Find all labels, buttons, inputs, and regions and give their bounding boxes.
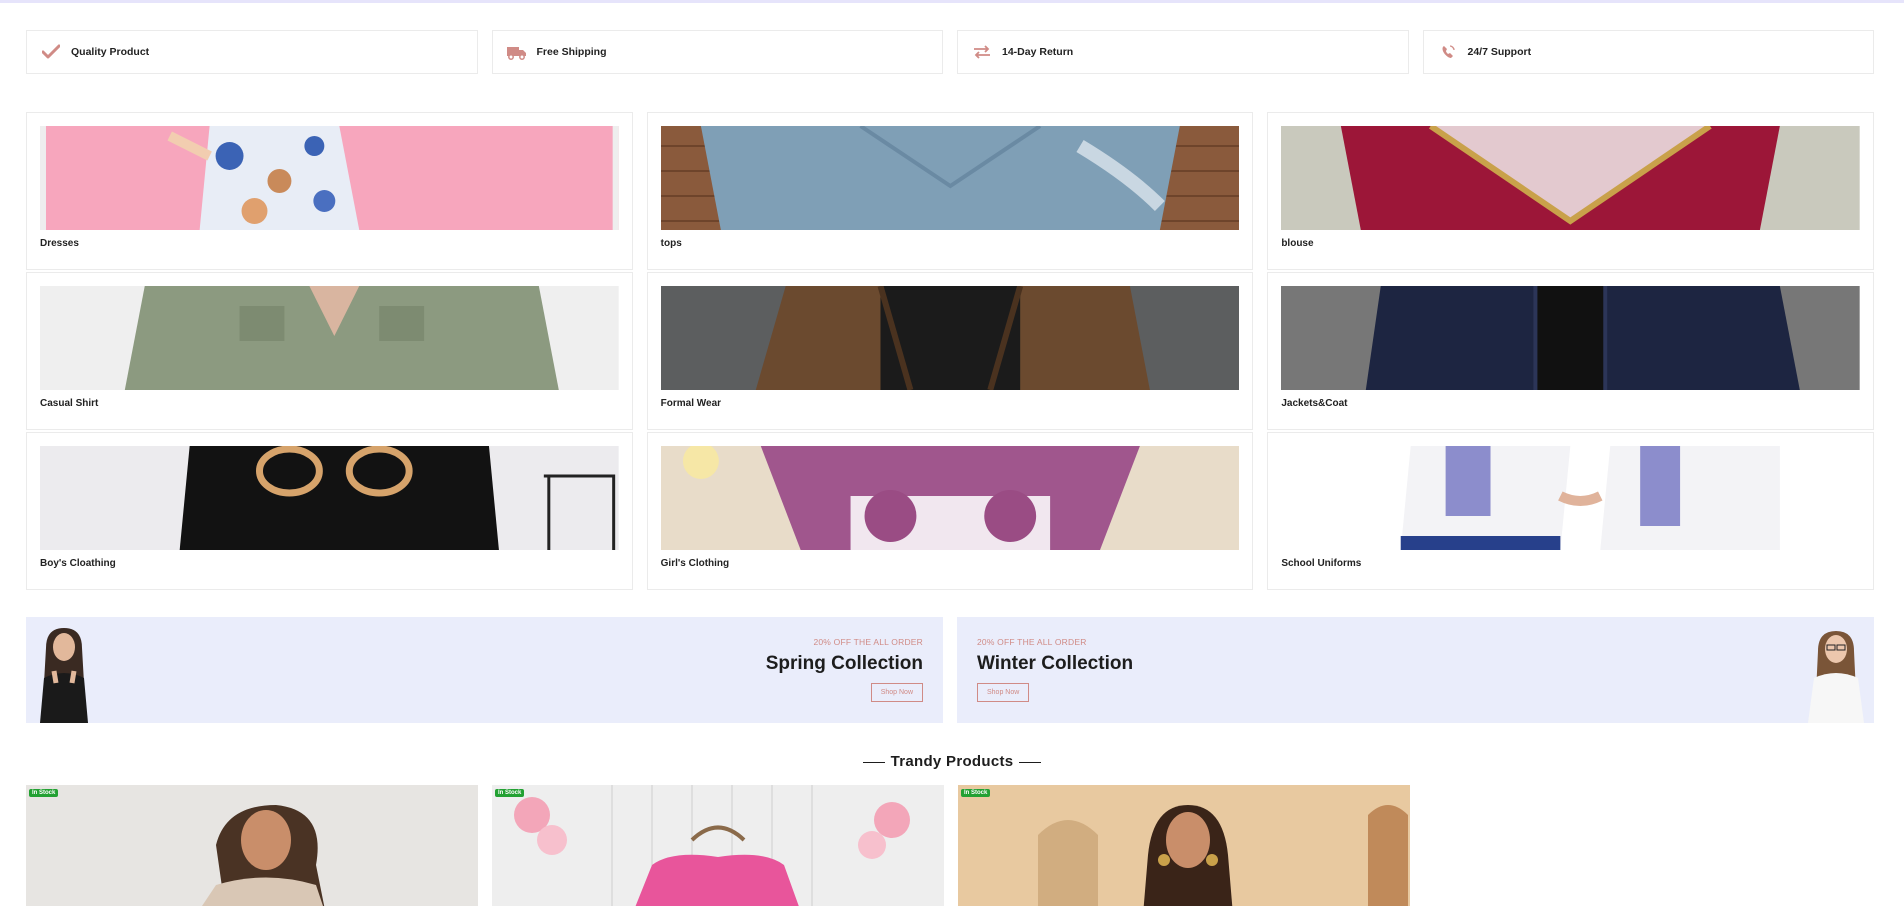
heading-line-left xyxy=(862,761,885,763)
banner-spring-collection: 20% OFF THE ALL ORDER Spring Collection … xyxy=(26,617,943,723)
category-image xyxy=(40,126,619,230)
shop-now-button[interactable]: Shop Now xyxy=(977,683,1030,702)
category-blouse[interactable]: blouse xyxy=(1267,112,1874,270)
category-label: Girl's Clothing xyxy=(660,558,730,569)
section-title-text: Trandy Products xyxy=(890,753,1014,770)
feature-quality-product: Quality Product xyxy=(26,30,478,74)
feature-label: Free Shipping xyxy=(536,46,607,58)
features-row: Quality Product Free Shipping 14-Day Ret… xyxy=(26,30,1874,74)
feature-label: 24/7 Support xyxy=(1467,46,1532,58)
category-image xyxy=(660,126,1240,230)
banner-promo: 20% OFF THE ALL ORDER xyxy=(813,637,923,647)
shop-now-button[interactable]: Shop Now xyxy=(870,683,923,702)
category-label: Boy's Cloathing xyxy=(40,558,116,569)
category-label: Dresses xyxy=(40,238,79,249)
category-dresses[interactable]: Dresses xyxy=(26,112,633,270)
category-image xyxy=(1281,286,1860,390)
banner-text: 20% OFF THE ALL ORDER Winter Collection … xyxy=(977,637,1133,702)
category-label: blouse xyxy=(1281,238,1314,249)
category-boys-clothing[interactable]: Boy's Cloathing xyxy=(26,432,633,590)
banner-title: Spring Collection xyxy=(765,653,923,674)
feature-24-7-support: 24/7 Support xyxy=(1422,30,1874,74)
category-label: School Uniforms xyxy=(1281,558,1362,569)
category-girls-clothing[interactable]: Girl's Clothing xyxy=(646,432,1254,590)
feature-label: Quality Product xyxy=(71,46,150,58)
category-image xyxy=(660,286,1240,390)
feature-label: 14-Day Return xyxy=(1002,46,1074,58)
in-stock-badge: In Stock xyxy=(29,789,59,797)
category-grid: Dresses tops blouse Casual Shirt Formal … xyxy=(26,112,1874,590)
top-divider xyxy=(0,0,1904,3)
exchange-icon xyxy=(972,42,992,62)
product-image xyxy=(26,785,478,906)
category-casual-shirt[interactable]: Casual Shirt xyxy=(26,272,633,430)
banner-text: 20% OFF THE ALL ORDER Spring Collection … xyxy=(766,637,923,702)
product-card[interactable]: In Stock xyxy=(492,785,944,906)
category-formal-wear[interactable]: Formal Wear xyxy=(646,272,1254,430)
product-card[interactable]: In Stock xyxy=(26,785,478,906)
feature-free-shipping: Free Shipping xyxy=(491,30,943,74)
banner-title: Winter Collection xyxy=(977,653,1134,674)
banner-winter-collection: 20% OFF THE ALL ORDER Winter Collection … xyxy=(957,617,1874,723)
product-image xyxy=(492,785,944,906)
category-label: Jackets&Coat xyxy=(1281,398,1348,409)
section-heading: Trandy Products xyxy=(0,753,1904,770)
in-stock-badge: In Stock xyxy=(961,789,991,797)
category-image xyxy=(1281,446,1860,550)
heading-line-right xyxy=(1019,761,1042,763)
product-card[interactable]: In Stock xyxy=(958,785,1410,906)
feature-14-day-return: 14-Day Return xyxy=(957,30,1409,74)
category-school-uniforms[interactable]: School Uniforms xyxy=(1267,432,1874,590)
check-icon xyxy=(41,42,61,62)
category-tops[interactable]: tops xyxy=(646,112,1254,270)
model-image xyxy=(26,623,106,723)
model-image xyxy=(1794,623,1874,723)
category-jackets-coat[interactable]: Jackets&Coat xyxy=(1267,272,1874,430)
category-label: tops xyxy=(660,238,682,249)
promo-banners: 20% OFF THE ALL ORDER Spring Collection … xyxy=(26,617,1874,723)
in-stock-badge: In Stock xyxy=(495,789,525,797)
banner-promo: 20% OFF THE ALL ORDER xyxy=(977,637,1087,647)
category-image xyxy=(660,446,1240,550)
category-image xyxy=(40,286,619,390)
category-label: Casual Shirt xyxy=(40,398,99,409)
product-image xyxy=(958,785,1410,906)
truck-icon xyxy=(506,42,527,62)
category-image xyxy=(1281,126,1860,230)
category-image xyxy=(40,446,619,550)
product-list: In Stock In Stock In Stock xyxy=(26,785,1874,906)
category-label: Formal Wear xyxy=(660,398,722,409)
phone-icon xyxy=(1438,42,1458,62)
